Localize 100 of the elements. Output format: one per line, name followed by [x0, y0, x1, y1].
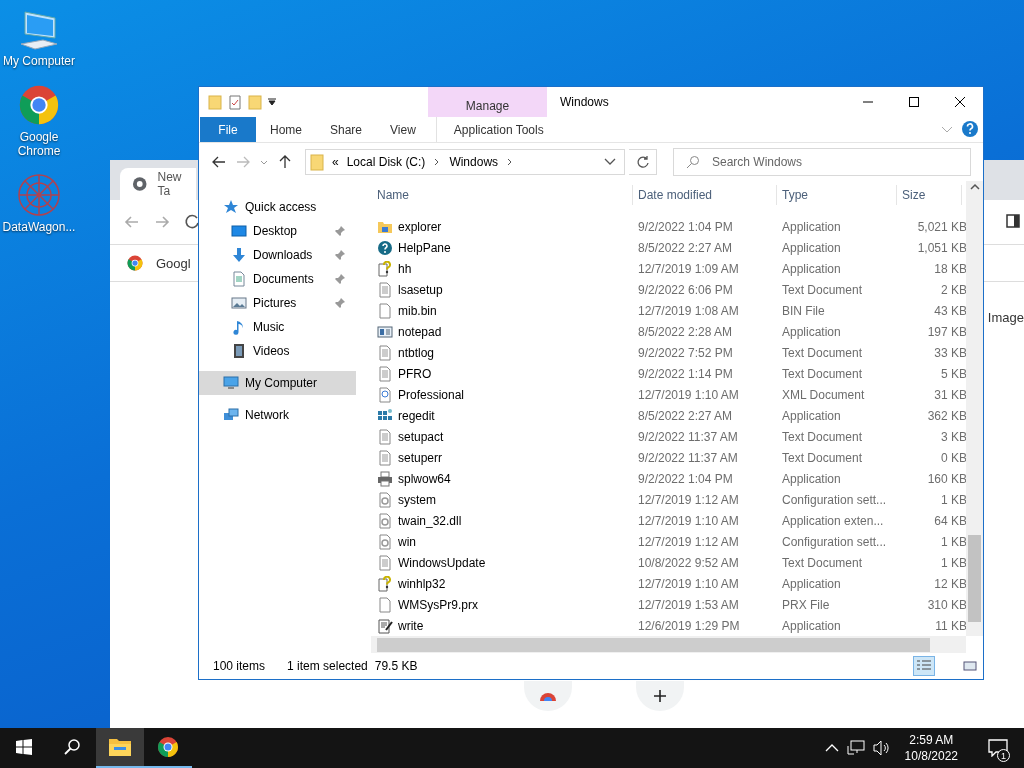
column-header[interactable]: Type: [782, 185, 897, 205]
desktop-icon-label[interactable]: DataWagon...: [2, 220, 76, 234]
scrollbar-thumb[interactable]: [968, 535, 981, 622]
add-shortcut-tile[interactable]: [636, 681, 684, 711]
file-row[interactable]: setuperr 9/2/2022 11:37 AM Text Document 0 KB: [377, 447, 966, 468]
text-file-icon: [377, 428, 393, 445]
type-cell-text: PRX File: [782, 597, 831, 612]
maximize-icon: [909, 97, 919, 107]
ribbon-tab[interactable]: Home: [256, 117, 316, 142]
documents-icon: [231, 271, 247, 287]
date-cell-text: 12/6/2019 1:29 PM: [638, 618, 741, 633]
reload-icon[interactable]: [184, 214, 200, 230]
size-cell-text: 3 KB: [940, 429, 966, 444]
forward-arrow-icon: [236, 155, 250, 169]
date-cell-text: 10/8/2022 9:52 AM: [638, 555, 740, 570]
type-cell-text: Application: [782, 618, 842, 633]
address-bar[interactable]: « Local Disk (C:) Windows: [305, 149, 625, 175]
pin-icon[interactable]: [334, 225, 346, 237]
pin-icon[interactable]: [334, 297, 346, 309]
nav-item[interactable]: Videos: [199, 339, 356, 363]
file-row[interactable]: setupact 9/2/2022 11:37 AM Text Document 3 KB: [377, 426, 966, 447]
scrollbar-thumb[interactable]: [377, 637, 930, 652]
column-header[interactable]: Size: [902, 185, 962, 205]
dropdown-icon[interactable]: [604, 158, 616, 166]
file-row[interactable]: lsasetup 9/2/2022 6:06 PM Text Document 2 KB: [377, 279, 966, 300]
file-row[interactable]: win 12/7/2019 1:12 AM Configuration sett... 1 KB: [377, 531, 966, 552]
pin-icon[interactable]: [334, 273, 346, 285]
file-name: twain_32.dll: [398, 513, 462, 528]
clock[interactable]: 2:59 AM 10/8/2022: [898, 732, 970, 764]
plus-icon: [653, 689, 667, 703]
file-row[interactable]: explorer 9/2/2022 1:04 PM Application 5,021 KB: [377, 216, 966, 237]
ribbon-tab[interactable]: View: [376, 117, 430, 142]
nav-item[interactable]: Network: [199, 403, 356, 427]
text-file-icon: [377, 554, 393, 571]
file-row[interactable]: notepad 8/5/2022 2:28 AM Application 197 KB: [377, 321, 966, 342]
type-cell-text: Text Document: [782, 282, 864, 297]
nav-item[interactable]: Downloads: [199, 243, 356, 267]
ribbon-tab[interactable]: Share: [316, 117, 377, 142]
nav-item[interactable]: Quick access: [199, 195, 356, 219]
nav-item[interactable]: My Computer: [199, 371, 356, 395]
search-field[interactable]: Search Windows: [673, 148, 971, 176]
chrome-icon: [126, 254, 144, 272]
context-tab-header: Manage: [428, 87, 547, 117]
file-row[interactable]: WMSysPr9.prx 12/7/2019 1:53 AM PRX File 310 KB: [377, 594, 966, 615]
properties-icon[interactable]: [228, 94, 242, 110]
file-row[interactable]: twain_32.dll 12/7/2019 1:10 AM Application exten... 64 KB: [377, 510, 966, 531]
shortcut-tile[interactable]: [524, 681, 572, 711]
file-row[interactable]: hh 12/7/2019 1:09 AM Application 18 KB: [377, 258, 966, 279]
file-row[interactable]: ntbtlog 9/2/2022 7:52 PM Text Document 33 KB: [377, 342, 966, 363]
chevron-up-icon[interactable]: [824, 743, 839, 753]
desktop-icon-label[interactable]: My Computer: [3, 54, 75, 68]
file-row[interactable]: WindowsUpdate 10/8/2022 9:52 AM Text Document 1 KB: [377, 552, 966, 573]
browser-tab[interactable]: New Ta: [120, 168, 196, 200]
minimize-icon: [863, 101, 873, 103]
file-row[interactable]: winhlp32 12/7/2019 1:10 AM Application 12 KB: [377, 573, 966, 594]
breadcrumb[interactable]: Local Disk (C:): [346, 155, 426, 169]
breadcrumb[interactable]: Windows: [449, 155, 499, 169]
pin-icon[interactable]: [334, 249, 346, 261]
volume-icon[interactable]: [872, 740, 891, 756]
column-header[interactable]: Name: [377, 185, 633, 205]
nav-item[interactable]: Pictures: [199, 291, 356, 315]
help-icon: [377, 239, 393, 256]
search-icon: [63, 738, 81, 756]
explorer-taskbar-button[interactable]: [96, 728, 144, 768]
file-row[interactable]: PFRO 9/2/2022 1:14 PM Text Document 5 KB: [377, 363, 966, 384]
forward-icon[interactable]: [154, 214, 170, 230]
size-cell-text: 362 KB: [926, 408, 966, 423]
column-header[interactable]: Date modified: [638, 185, 777, 205]
network-pattern-icon[interactable]: [16, 172, 62, 218]
file-row[interactable]: splwow64 9/2/2022 1:04 PM Application 160 KB: [377, 468, 966, 489]
write-icon: [377, 617, 393, 634]
view-button[interactable]: [913, 656, 935, 676]
type-cell-text: Application: [782, 471, 842, 486]
file-name: Professional: [398, 387, 465, 402]
network-icon[interactable]: [846, 740, 865, 756]
nav-item[interactable]: Documents: [199, 267, 356, 291]
file-tab[interactable]: File: [200, 117, 256, 142]
speech-bubble-icon: [988, 739, 1008, 757]
file-row[interactable]: system 12/7/2019 1:12 AM Configuration sett... 1 KB: [377, 489, 966, 510]
folder-icon[interactable]: [248, 94, 262, 110]
horizontal-scrollbar[interactable]: [371, 636, 966, 653]
breadcrumb-overflow[interactable]: «: [332, 155, 339, 169]
file-row[interactable]: regedit 8/5/2022 2:27 AM Application 362 KB: [377, 405, 966, 426]
notifications-button[interactable]: 1: [978, 728, 1018, 768]
bookmark-label[interactable]: Googl: [156, 255, 191, 271]
desktop-icon-label[interactable]: Google Chrome: [0, 130, 78, 158]
file-row[interactable]: write 12/6/2019 1:29 PM Application 11 KB: [377, 615, 966, 636]
side-panel-icon[interactable]: [1006, 214, 1020, 228]
folder-icon[interactable]: [208, 94, 222, 110]
date-cell-text: 12/7/2019 1:10 AM: [638, 387, 740, 402]
nav-item[interactable]: Desktop: [199, 219, 356, 243]
file-row[interactable]: HelpPane 8/5/2022 2:27 AM Application 1,051 KB: [377, 237, 966, 258]
file-row[interactable]: Professional 12/7/2019 1:10 AM XML Document 31 KB: [377, 384, 966, 405]
dropdown-icon[interactable]: [268, 98, 276, 106]
film-icon: [231, 343, 247, 359]
file-row[interactable]: mib.bin 12/7/2019 1:08 AM BIN File 43 KB: [377, 300, 966, 321]
nav-item[interactable]: Music: [199, 315, 356, 339]
vertical-scrollbar[interactable]: [966, 181, 983, 636]
back-icon[interactable]: [124, 214, 140, 230]
refresh-button[interactable]: [629, 149, 657, 175]
